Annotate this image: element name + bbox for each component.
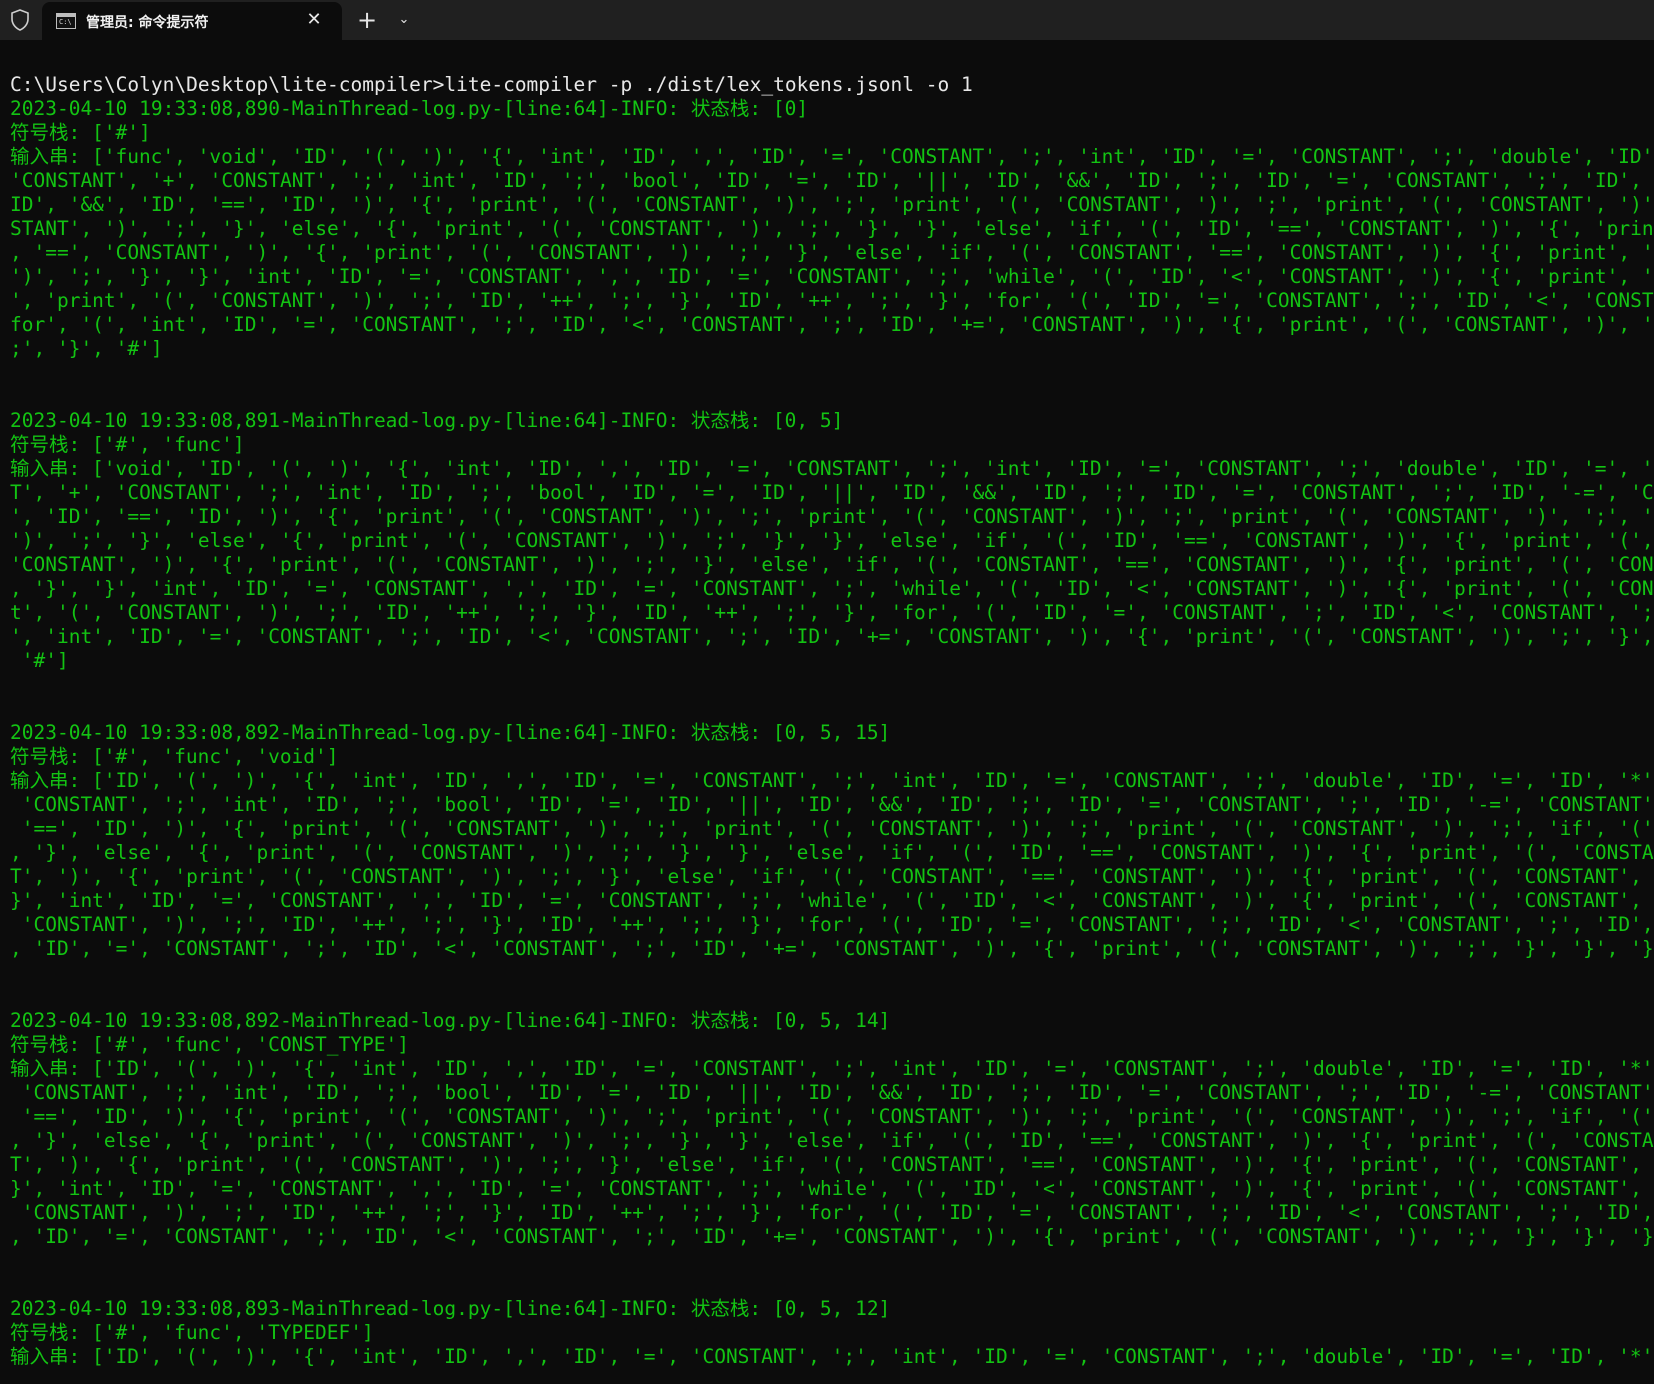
log-header: 2023-04-10 19:33:08,892-MainThread-log.p…: [10, 1009, 891, 1032]
input-string-line: 'CONSTANT', ')', '{', 'print', '(', 'CON…: [10, 553, 1654, 576]
tab-command-prompt[interactable]: C:\ 管理员: 命令提示符 ✕: [42, 2, 342, 40]
console-output[interactable]: C:\Users\Colyn\Desktop\lite-compiler>lit…: [10, 73, 1654, 1384]
input-string-line: ')', ';', '}', 'else', '{', 'print', '('…: [10, 529, 1654, 552]
input-string-line: STANT', ')', ';', '}', 'else', '{', 'pri…: [10, 217, 1654, 240]
input-string-line: ', 'ID', '==', 'ID', ')', '{', 'print', …: [10, 505, 1654, 528]
log-header: 2023-04-10 19:33:08,892-MainThread-log.p…: [10, 721, 891, 744]
input-string-line: ', 'print', '(', 'CONSTANT', ')', ';', '…: [10, 289, 1654, 312]
input-string-line: , 'ID', '=', 'CONSTANT', ';', 'ID', '<',…: [10, 937, 1654, 960]
symbol-stack-line: 符号栈: ['#', 'func']: [10, 433, 245, 456]
input-string-line: 'CONSTANT', ';', 'int', 'ID', ';', 'bool…: [10, 793, 1654, 816]
input-string-line: '==', 'ID', ')', '{', 'print', '(', 'CON…: [10, 1105, 1654, 1128]
input-string-line: T', ')', '{', 'print', '(', 'CONSTANT', …: [10, 865, 1654, 888]
symbol-stack-line: 符号栈: ['#', 'func', 'void']: [10, 745, 339, 768]
new-tab-button[interactable]: +: [352, 6, 382, 34]
input-string-line: 输入串: ['ID', '(', ')', '{', 'int', 'ID', …: [10, 1345, 1654, 1368]
input-string-line: 'CONSTANT', '+', 'CONSTANT', ';', 'int',…: [10, 169, 1654, 192]
command-line: C:\Users\Colyn\Desktop\lite-compiler>lit…: [10, 73, 973, 96]
input-string-line: }', 'int', 'ID', '=', 'CONSTANT', ',', '…: [10, 1177, 1654, 1200]
input-string-line: ID', '&&', 'ID', '==', 'ID', ')', '{', '…: [10, 193, 1654, 216]
symbol-stack-line: 符号栈: ['#']: [10, 121, 151, 144]
input-string-line: , '}', 'else', '{', 'print', '(', 'CONST…: [10, 1129, 1654, 1152]
shield-icon: [11, 9, 29, 31]
cmd-icon: C:\: [56, 13, 76, 29]
input-string-line: }', 'int', 'ID', '=', 'CONSTANT', ',', '…: [10, 889, 1654, 912]
close-tab-icon[interactable]: ✕: [302, 8, 326, 32]
symbol-stack-line: 符号栈: ['#', 'func', 'TYPEDEF']: [10, 1321, 374, 1344]
input-string-line: 输入串: ['ID', '(', ')', '{', 'int', 'ID', …: [10, 769, 1654, 792]
input-string-line: '#']: [10, 649, 69, 672]
input-string-line: ')', ';', '}', '}', 'int', 'ID', '=', 'C…: [10, 265, 1654, 288]
input-string-line: t', '(', 'CONSTANT', ')', ';', 'ID', '++…: [10, 601, 1654, 624]
input-string-line: '==', 'ID', ')', '{', 'print', '(', 'CON…: [10, 817, 1654, 840]
input-string-line: for', '(', 'int', 'ID', '=', 'CONSTANT',…: [10, 313, 1654, 336]
input-string-line: T', '+', 'CONSTANT', ';', 'int', 'ID', '…: [10, 481, 1654, 504]
symbol-stack-line: 符号栈: ['#', 'func', 'CONST_TYPE']: [10, 1033, 409, 1056]
title-bar: C:\ 管理员: 命令提示符 ✕ + ⌄: [0, 0, 1654, 40]
input-string-line: , '==', 'CONSTANT', ')', '{', 'print', '…: [10, 241, 1654, 264]
input-string-line: T', ')', '{', 'print', '(', 'CONSTANT', …: [10, 1153, 1654, 1176]
input-string-line: , '}', 'else', '{', 'print', '(', 'CONST…: [10, 841, 1654, 864]
log-header: 2023-04-10 19:33:08,893-MainThread-log.p…: [10, 1297, 891, 1320]
input-string-line: 输入串: ['ID', '(', ')', '{', 'int', 'ID', …: [10, 1057, 1654, 1080]
log-header: 2023-04-10 19:33:08,891-MainThread-log.p…: [10, 409, 844, 432]
input-string-line: ;', '}', '#']: [10, 337, 163, 360]
log-header: 2023-04-10 19:33:08,890-MainThread-log.p…: [10, 97, 809, 120]
input-string-line: ', 'int', 'ID', '=', 'CONSTANT', ';', 'I…: [10, 625, 1654, 648]
input-string-line: 输入串: ['void', 'ID', '(', ')', '{', 'int'…: [10, 457, 1654, 480]
input-string-line: 输入串: ['func', 'void', 'ID', '(', ')', '{…: [10, 145, 1654, 168]
input-string-line: 'CONSTANT', ')', ';', 'ID', '++', ';', '…: [10, 1201, 1654, 1224]
input-string-line: 'CONSTANT', ';', 'int', 'ID', ';', 'bool…: [10, 1081, 1654, 1104]
input-string-line: , '}', '}', 'int', 'ID', '=', 'CONSTANT'…: [10, 577, 1654, 600]
input-string-line: , 'ID', '=', 'CONSTANT', ';', 'ID', '<',…: [10, 1225, 1654, 1248]
tab-title: 管理员: 命令提示符: [86, 15, 209, 31]
chevron-down-icon[interactable]: ⌄: [390, 6, 418, 34]
input-string-line: 'CONSTANT', ')', ';', 'ID', '++', ';', '…: [10, 913, 1654, 936]
